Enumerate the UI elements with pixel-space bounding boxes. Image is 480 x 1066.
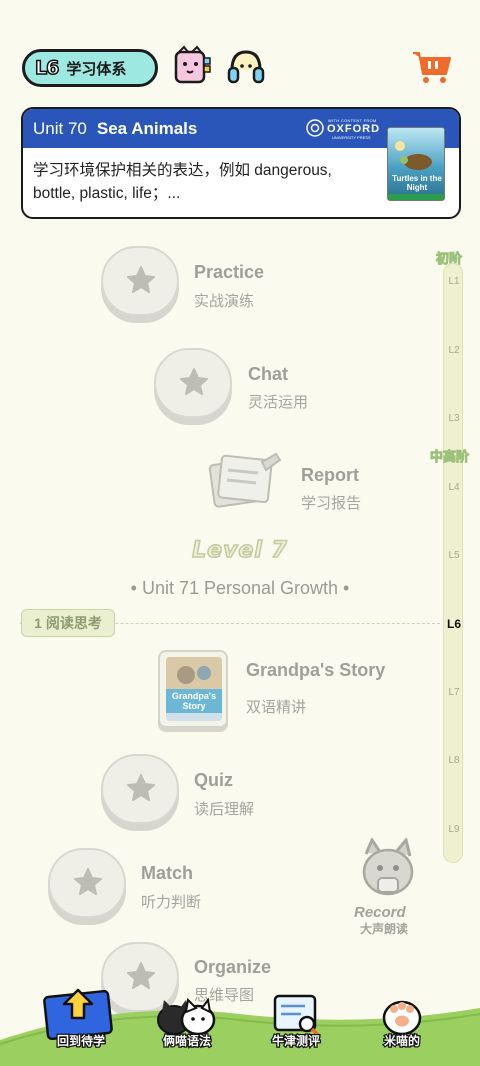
chat-node-button[interactable]	[154, 348, 232, 418]
headphones-icon[interactable]	[224, 44, 268, 88]
story-cover: Grandpa's Story	[166, 657, 222, 721]
story-subtitle: 双语精讲	[246, 699, 307, 716]
story-illustration-icon	[166, 657, 222, 689]
card-box-icon[interactable]	[170, 44, 214, 88]
match-title: Match	[141, 863, 194, 883]
record-sublabel: 大声朗读	[360, 922, 409, 936]
star-icon	[127, 774, 155, 801]
star-icon	[74, 868, 102, 895]
practice-title: Practice	[194, 262, 265, 282]
report-subtitle: 学习报告	[301, 495, 362, 512]
quiz-node-button[interactable]	[101, 754, 179, 824]
report-document-icon	[208, 452, 282, 508]
oxford-crest-icon	[306, 119, 324, 137]
level-system-button[interactable]: L6 学习体系	[22, 49, 158, 87]
unit-number: Unit 70	[33, 118, 87, 138]
star-icon	[127, 266, 155, 293]
level-heading: Level 7	[191, 537, 288, 564]
story-title: Grandpa's Story	[246, 660, 386, 680]
nav-mimiao-label: 米喵的	[383, 1033, 422, 1050]
nav-grammar[interactable]: 俩喵语法	[142, 986, 232, 1056]
record-mascot-button[interactable]: Record 大声朗读	[352, 836, 424, 936]
track-level-7[interactable]: L7	[444, 687, 464, 698]
match-subtitle: 听力判断	[141, 894, 202, 911]
step-reading-tag: 1 阅读思考	[21, 609, 115, 637]
stage-mid-tag: 中高阶	[429, 449, 470, 465]
track-level-2[interactable]: L2	[444, 345, 464, 356]
record-label: Record	[354, 904, 406, 921]
match-node-button[interactable]	[48, 848, 126, 918]
nav-oxford-assessment[interactable]: 牛津测评	[251, 986, 341, 1056]
unit-book-cover: Turtles in the Night	[387, 127, 445, 201]
nav-grammar-label: 俩喵语法	[162, 1033, 213, 1050]
report-title: Report	[301, 465, 359, 485]
organize-title: Organize	[194, 957, 272, 977]
chat-title: Chat	[248, 364, 288, 384]
nav-oxford-assessment-label: 牛津测评	[271, 1033, 322, 1050]
practice-node-button[interactable]	[101, 246, 179, 316]
track-level-9[interactable]: L9	[444, 824, 464, 835]
track-level-8[interactable]: L8	[444, 755, 464, 766]
track-level-4[interactable]: L4	[444, 482, 464, 493]
unit-description: 学习环境保护相关的表达，例如 dangerous, bottle, plasti…	[33, 162, 332, 202]
current-unit-card[interactable]: Unit 70 Sea Animals WITH CONTENT FROM OX…	[21, 107, 461, 219]
practice-subtitle: 实战演练	[194, 293, 255, 310]
cat-mascot-icon	[362, 836, 414, 896]
quiz-title: Quiz	[194, 770, 233, 790]
report-node-button[interactable]	[206, 448, 286, 518]
nav-back-to-study[interactable]: 回到待学	[36, 986, 126, 1056]
quiz-subtitle: 读后理解	[194, 801, 255, 818]
level-badge: L6	[34, 56, 60, 80]
track-level-1[interactable]: L1	[444, 276, 464, 287]
unit-subheading: • Unit 71 Personal Growth •	[130, 578, 350, 598]
top-bar: L6 学习体系	[0, 0, 480, 100]
unit-book-title: Turtles in the Night	[392, 174, 442, 192]
nav-back-to-study-label: 回到待学	[56, 1033, 107, 1050]
story-node-button[interactable]: Grandpa's Story	[158, 650, 228, 728]
chat-subtitle: 灵活运用	[248, 394, 309, 411]
story-cover-title: Grandpa's Story	[166, 689, 222, 713]
nav-mimiao[interactable]: 米喵的	[357, 986, 447, 1056]
track-level-3[interactable]: L3	[444, 413, 464, 424]
star-icon	[180, 368, 208, 395]
oxford-logo: WITH CONTENT FROM OXFORD UNIVERSITY PRES…	[306, 117, 380, 141]
shopping-cart-icon[interactable]	[410, 44, 454, 88]
track-level-6-current[interactable]: L6	[444, 617, 464, 631]
unit-title: Sea Animals	[96, 118, 198, 138]
turtle-illustration-icon	[395, 141, 432, 170]
level-system-label: 学习体系	[66, 60, 127, 78]
